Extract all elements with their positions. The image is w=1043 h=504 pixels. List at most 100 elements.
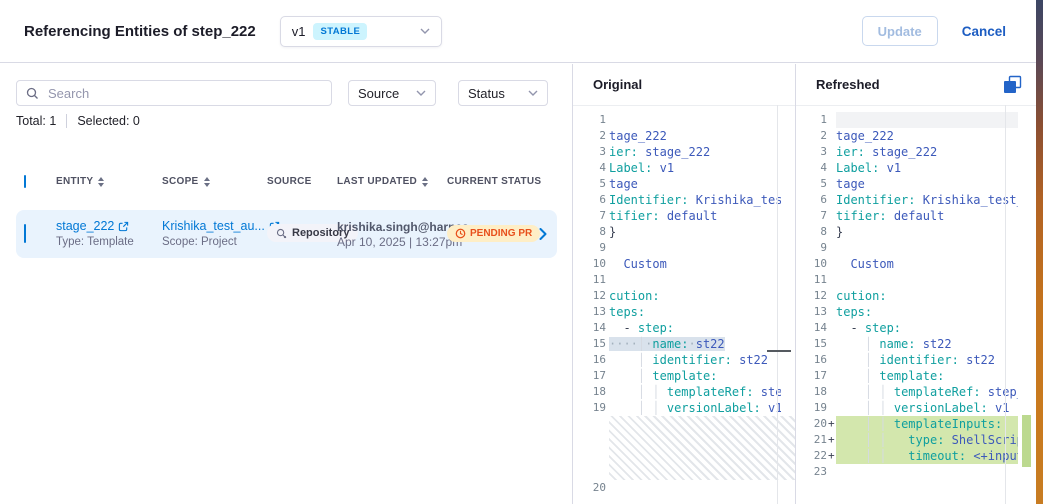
line-number: 1: [573, 112, 606, 128]
gutter-spacer: [827, 144, 836, 160]
code-line: 6Identifier: Krishika_test_aut: [796, 192, 1036, 208]
line-number: 11: [573, 272, 606, 288]
gutter-spacer: [827, 368, 836, 384]
refreshed-code-editor[interactable]: 12tage_2223ier: stage_2224Label: v15tage…: [796, 105, 1036, 504]
page-title: Referencing Entities of step_222: [24, 23, 256, 40]
scrollbar[interactable]: [777, 105, 778, 504]
gutter-spacer: [827, 112, 836, 128]
expand-row-chevron[interactable]: [539, 228, 547, 240]
entity-type: Type: Template: [56, 235, 162, 250]
cancel-button[interactable]: Cancel: [962, 24, 1006, 39]
line-content: Label: v1: [836, 160, 1018, 176]
line-number: 8: [796, 224, 827, 240]
line-content: [836, 464, 1018, 480]
line-number: 7: [796, 208, 827, 224]
line-content: tage: [609, 176, 781, 192]
status-label: PENDING PR: [470, 228, 532, 239]
line-number: 18: [796, 384, 827, 400]
version-selector[interactable]: v1 STABLE: [280, 16, 442, 47]
line-number: 19: [573, 400, 606, 416]
scope-sub: Scope: Project: [162, 235, 267, 250]
chevron-down-icon: [416, 90, 426, 96]
line-content: Identifier: Krishika_test_aut: [836, 192, 1018, 208]
code-line: 18 │ │ templateRef: step_222: [796, 384, 1036, 400]
gutter-spacer: [827, 224, 836, 240]
original-code-editor[interactable]: 12tage_2223ier: stage_2224Label: v15tage…: [573, 105, 795, 504]
line-content: tage_222: [836, 128, 1018, 144]
source-filter-dropdown[interactable]: Source: [348, 80, 436, 106]
line-content: │ template:: [609, 368, 781, 384]
line-number: 5: [573, 176, 606, 192]
selected-count: Selected: 0: [77, 114, 140, 128]
line-number: 13: [573, 304, 606, 320]
line-number: 9: [573, 240, 606, 256]
line-content: }: [609, 224, 781, 240]
sort-icon[interactable]: [98, 177, 104, 187]
gutter-spacer: [827, 176, 836, 192]
line-number: 8: [573, 224, 606, 240]
line-content: Custom: [609, 256, 781, 272]
table-row[interactable]: stage_222 Type: Template Krishika_test_a…: [16, 210, 557, 258]
line-number: 3: [573, 144, 606, 160]
line-content: Custom: [836, 256, 1018, 272]
entity-name: stage_222: [56, 219, 114, 234]
copy-icon[interactable]: [1003, 75, 1022, 94]
search-box[interactable]: [16, 80, 332, 106]
search-input[interactable]: [46, 85, 322, 102]
selection-highlight: ····│·name:·st22: [609, 337, 725, 351]
code-line: 13teps:: [796, 304, 1036, 320]
line-number: 18: [573, 384, 606, 400]
line-content: ier: stage_222: [836, 144, 1018, 160]
line-number: 2: [573, 128, 606, 144]
line-number: 9: [796, 240, 827, 256]
line-content: [609, 272, 781, 288]
sort-icon[interactable]: [422, 177, 428, 187]
gutter-spacer: [827, 128, 836, 144]
code-line: 5tage: [573, 176, 795, 192]
sort-icon[interactable]: [204, 177, 210, 187]
select-all-checkbox[interactable]: [24, 175, 26, 188]
search-icon: [26, 87, 39, 100]
diff-sash-handle[interactable]: [767, 350, 791, 352]
scrollbar[interactable]: [1005, 105, 1006, 504]
line-number: 23: [796, 464, 827, 480]
line-content: [609, 240, 781, 256]
code-line: 23: [796, 464, 1036, 480]
code-line: 1: [573, 112, 795, 128]
modal-header: Referencing Entities of step_222 v1 STAB…: [0, 0, 1036, 63]
line-number: 15: [573, 336, 606, 352]
line-number: 2: [796, 128, 827, 144]
code-line: 7tifier: default: [573, 208, 795, 224]
line-number: 21: [796, 432, 827, 448]
line-number: 16: [573, 352, 606, 368]
chevron-down-icon: [528, 90, 538, 96]
gutter-spacer: [827, 464, 836, 480]
original-panel-header: Original: [573, 64, 795, 105]
line-number: 10: [573, 256, 606, 272]
update-button[interactable]: Update: [862, 16, 938, 46]
line-number: 7: [573, 208, 606, 224]
status-filter-dropdown[interactable]: Status: [458, 80, 548, 106]
line-number: 5: [796, 176, 827, 192]
gutter-spacer: [827, 288, 836, 304]
code-line: 8}: [796, 224, 1036, 240]
line-content: teps:: [836, 304, 1018, 320]
line-number: 1: [796, 112, 827, 128]
line-number: 14: [796, 320, 827, 336]
line-number: 19: [796, 400, 827, 416]
gutter-spacer: [827, 272, 836, 288]
line-number: 20: [573, 480, 606, 496]
code-line: 19 │ │ versionLabel: v1: [573, 400, 795, 416]
refreshed-panel-header: Refreshed: [796, 64, 1036, 105]
code-line: 20: [573, 480, 795, 496]
refreshed-panel: Refreshed 12tage_2223ier: stage_2224Labe…: [796, 64, 1036, 504]
line-number: 20: [796, 416, 827, 432]
line-number: 22: [796, 448, 827, 464]
divider: [66, 114, 67, 128]
row-checkbox[interactable]: [24, 224, 26, 243]
scope-link[interactable]: Krishika_test_au...: [162, 219, 280, 234]
entity-link[interactable]: stage_222: [56, 219, 129, 234]
line-content: │ identifier: st22: [836, 352, 1018, 368]
clock-icon: [455, 228, 466, 239]
diff-hidden-region: [609, 416, 795, 480]
